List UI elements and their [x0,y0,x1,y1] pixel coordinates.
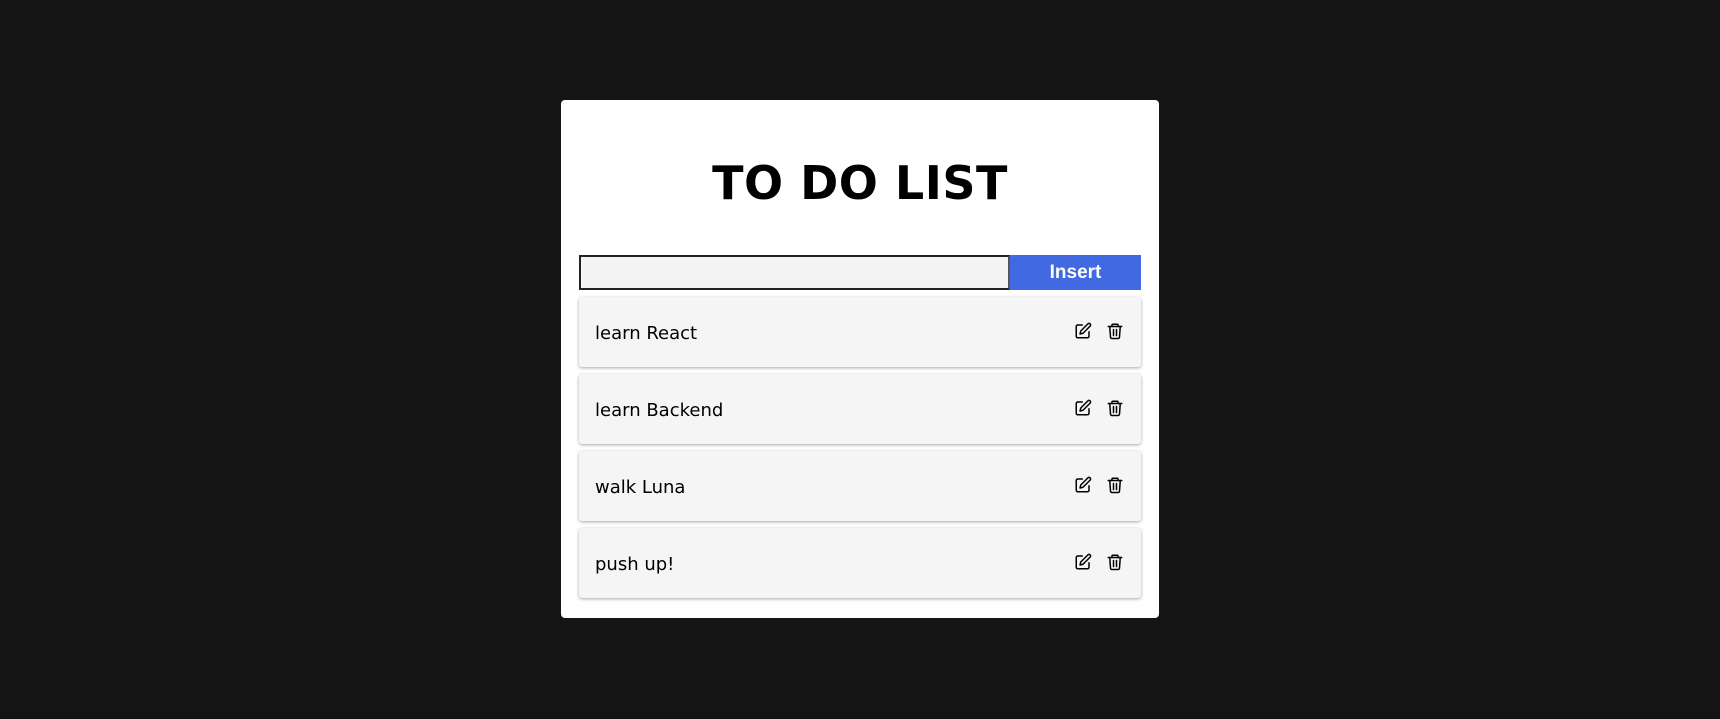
trash-icon[interactable] [1106,322,1124,340]
todo-item-actions [1074,553,1124,571]
todo-item-actions [1074,322,1124,340]
todo-item: learn Backend [579,374,1141,444]
todo-list: learn React learn Backend walk Luna push… [579,297,1141,605]
todo-card: TO DO LIST Insert learn React learn Back… [561,100,1159,618]
todo-item: learn React [579,297,1141,367]
todo-item: push up! [579,528,1141,598]
insert-button[interactable]: Insert [1010,255,1141,290]
todo-item-actions [1074,399,1124,417]
edit-icon[interactable] [1074,476,1092,494]
todo-item-actions [1074,476,1124,494]
edit-icon[interactable] [1074,553,1092,571]
page-title: TO DO LIST [712,156,1008,210]
todo-item: walk Luna [579,451,1141,521]
todo-item-text: push up! [595,554,675,575]
todo-item-text: learn React [595,323,698,344]
trash-icon[interactable] [1106,553,1124,571]
add-task-form: Insert [579,255,1141,290]
todo-item-text: walk Luna [595,477,686,498]
edit-icon[interactable] [1074,322,1092,340]
trash-icon[interactable] [1106,399,1124,417]
task-input[interactable] [579,255,1010,290]
trash-icon[interactable] [1106,476,1124,494]
todo-item-text: learn Backend [595,400,724,421]
edit-icon[interactable] [1074,399,1092,417]
